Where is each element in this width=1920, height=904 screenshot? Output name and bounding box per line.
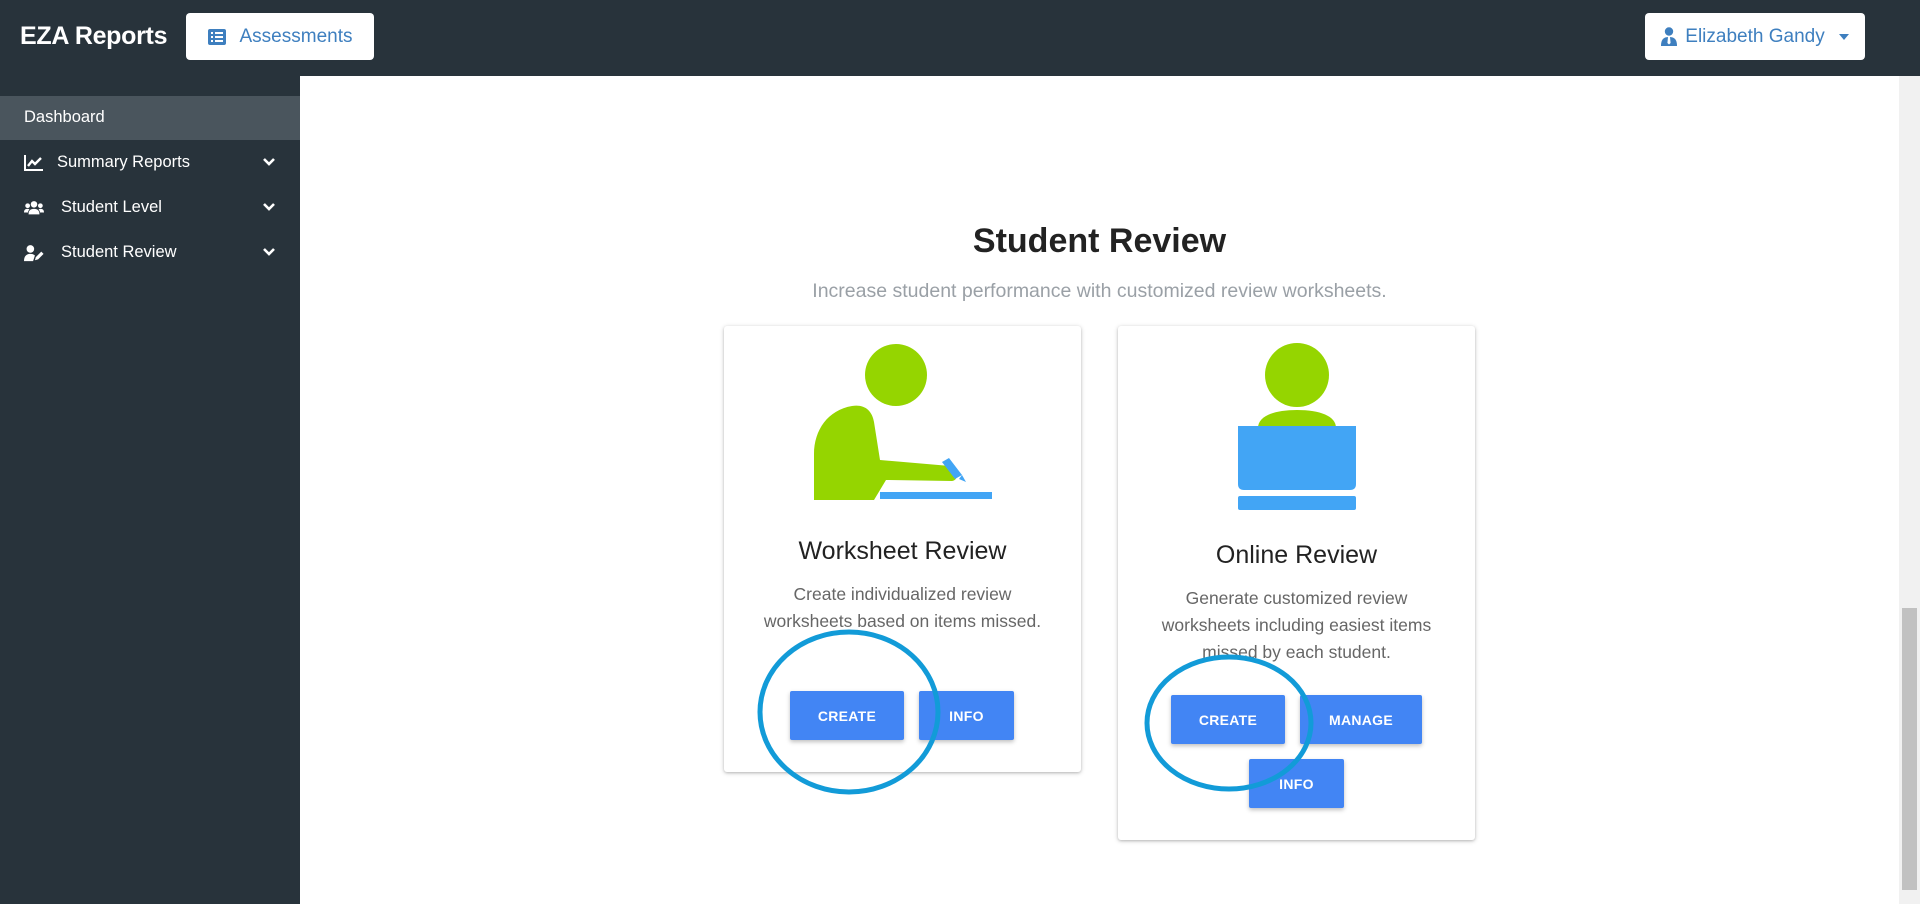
sidebar: Dashboard Summary Reports Student Level [0,76,300,904]
worksheet-review-card: Worksheet Review Create individualized r… [724,326,1081,772]
sidebar-item-summary-reports[interactable]: Summary Reports [0,141,300,185]
list-icon [207,28,226,45]
card-title: Online Review [1215,541,1378,569]
caret-down-icon [1838,33,1849,40]
sidebar-item-dashboard[interactable]: Dashboard [0,96,300,140]
page-title: Student Review [972,222,1227,260]
top-navbar: EZA Reports Assessments Elizabeth Gandy [0,0,1920,76]
worksheet-info-button[interactable]: INFO [919,691,1014,740]
online-info-button[interactable]: INFO [1249,759,1344,808]
chevron-down-icon[interactable] [262,155,276,169]
sidebar-item-label: Dashboard [24,108,105,126]
page-subtitle: Increase student performance with custom… [812,280,1387,302]
sidebar-item-student-level[interactable]: Student Level [0,186,300,230]
card-description: Create individualized review worksheets … [763,584,1042,631]
student-laptop-icon [1238,343,1356,510]
assessments-label: Assessments [239,25,353,47]
users-icon [24,201,44,215]
student-writing-icon [814,344,992,500]
assessments-button[interactable]: Assessments [186,13,374,60]
scrollbar-thumb[interactable] [1902,608,1917,890]
online-manage-button[interactable]: MANAGE [1300,695,1422,744]
brand-logo[interactable]: EZA Reports [20,22,167,51]
worksheet-create-button[interactable]: CREATE [790,691,904,740]
user-menu-button[interactable]: Elizabeth Gandy [1645,13,1865,60]
sidebar-item-label: Summary Reports [57,153,190,171]
line-chart-icon [24,155,43,171]
sidebar-item-label: Student Review [61,243,177,261]
chevron-down-icon[interactable] [262,200,276,214]
card-description: Generate customized review worksheets in… [1161,588,1432,662]
sidebar-item-student-review[interactable]: Student Review [0,231,300,275]
sidebar-item-label: Student Level [61,198,162,216]
online-review-card: Online Review Generate customized review… [1118,326,1475,840]
user-edit-icon [24,245,44,262]
online-create-button[interactable]: CREATE [1171,695,1285,744]
user-tie-icon [1661,27,1678,46]
user-name: Elizabeth Gandy [1685,25,1825,47]
card-title: Worksheet Review [798,537,1007,565]
chevron-down-icon[interactable] [262,245,276,259]
